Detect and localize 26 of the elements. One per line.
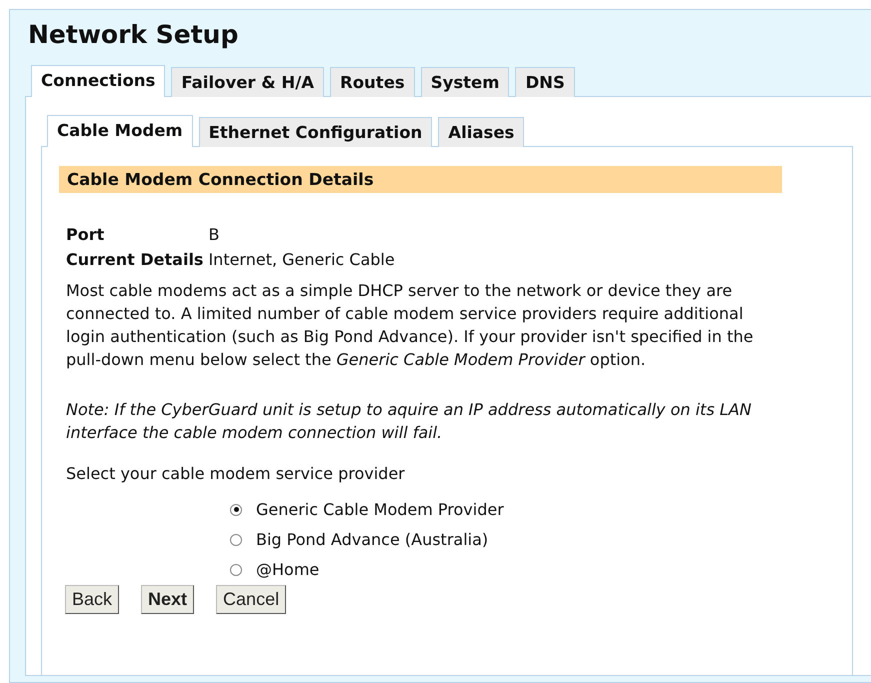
form-button[interactable]: Cancel bbox=[216, 585, 286, 614]
section-heading: Cable Modem Connection Details bbox=[59, 166, 782, 193]
subtab[interactable]: Aliases bbox=[438, 117, 524, 147]
radio-label[interactable]: @Home bbox=[256, 560, 320, 579]
detail-value: B bbox=[208, 225, 220, 244]
page-title: Network Setup bbox=[28, 20, 240, 49]
radio-label[interactable]: Big Pond Advance (Australia) bbox=[256, 530, 488, 549]
tab[interactable]: Failover & H/A bbox=[171, 67, 324, 97]
radio-button[interactable] bbox=[230, 564, 242, 576]
form-button[interactable]: Next bbox=[141, 585, 194, 614]
radio-button[interactable] bbox=[230, 534, 242, 546]
tab[interactable]: System bbox=[420, 67, 510, 97]
tab[interactable]: DNS bbox=[515, 67, 575, 97]
tab[interactable]: Connections bbox=[31, 65, 166, 97]
detail-label: Port bbox=[66, 225, 106, 244]
form-button[interactable]: Back bbox=[65, 585, 120, 614]
description-text: Most cable modems act as a simple DHCP server to the network or device they are connected to. A limited number of cable modem service providers require additional login authentication (such as Big Pond Advance). If your provider isn't specified in the pull-down menu below select the Generic Cable Modem Provider option. bbox=[66, 280, 754, 371]
subtab[interactable]: Ethernet Configuration bbox=[198, 117, 432, 147]
radio-label[interactable]: Generic Cable Modem Provider bbox=[256, 500, 504, 519]
tab[interactable]: Routes bbox=[330, 67, 415, 97]
radio-button[interactable] bbox=[230, 504, 242, 516]
detail-label: Current Details bbox=[66, 250, 204, 269]
subtab[interactable]: Cable Modem bbox=[47, 115, 193, 147]
detail-value: Internet, Generic Cable bbox=[208, 250, 396, 269]
note-text: Note: If the CyberGuard unit is setup to aquire an IP address automatically on its LAN interface the cable modem connection will fail. bbox=[66, 399, 752, 444]
provider-prompt: Select your cable modem service provider bbox=[66, 463, 406, 485]
